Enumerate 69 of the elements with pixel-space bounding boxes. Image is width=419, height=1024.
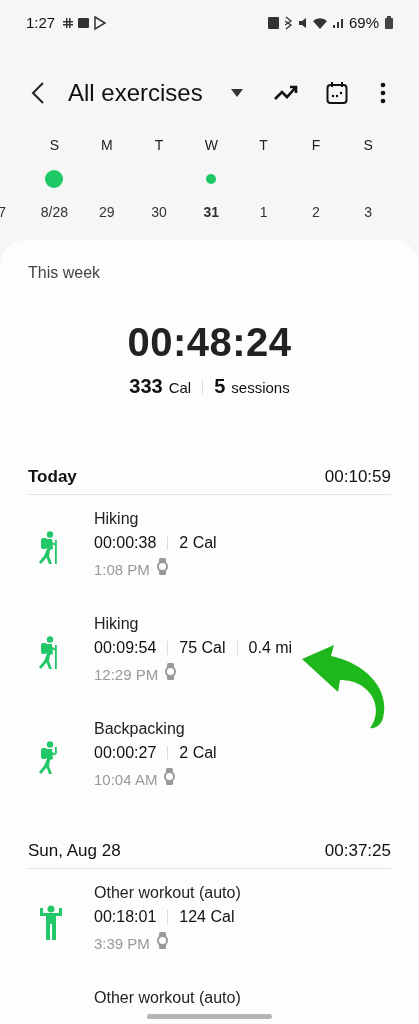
watch-icon	[155, 557, 169, 575]
session-stat: 00:18:01	[94, 907, 157, 926]
session-item[interactable]: Other workout (auto)	[28, 974, 391, 1024]
session-item[interactable]: Backpacking 00:00:27 2 Cal 10:04 AM	[28, 705, 391, 810]
calendar-date[interactable]: 29	[98, 204, 115, 220]
session-stat: 2 Cal	[179, 533, 217, 552]
calendar-date[interactable]: 2	[312, 204, 320, 220]
weekday-label: S	[363, 136, 373, 154]
weekday-label: S	[49, 136, 60, 154]
calendar-date[interactable]: 30	[151, 204, 167, 220]
group-date: Today	[28, 467, 77, 487]
session-start-time: 10:04 AM	[94, 770, 158, 788]
session-item[interactable]: Hiking 00:00:38 2 Cal 1:08 PM	[28, 495, 391, 600]
weekday-label: M	[100, 136, 113, 154]
session-start-time: 12:29 PM	[94, 665, 159, 683]
trend-icon[interactable]	[273, 84, 299, 102]
wifi-icon	[312, 15, 327, 30]
battery-percentage: 69%	[348, 14, 379, 31]
group-total-duration: 00:37:25	[324, 841, 391, 861]
exercise-filter-dropdown[interactable]: All exercises	[68, 79, 203, 107]
session-stat: 00:00:27	[94, 743, 157, 762]
hiker-icon	[38, 635, 60, 670]
weekday-label: W	[204, 136, 218, 154]
back-icon[interactable]	[31, 81, 45, 105]
watch-icon	[155, 931, 169, 949]
calories-unit: Cal	[168, 379, 192, 396]
nfc-icon	[267, 15, 279, 30]
group-total-duration: 00:10:59	[324, 467, 391, 487]
bluetooth-icon	[284, 15, 293, 30]
session-stat: 75 Cal	[179, 638, 226, 657]
weekday-label: T	[259, 136, 268, 154]
clock: 1:27	[26, 14, 56, 31]
session-name: Backpacking	[94, 719, 186, 738]
watch-icon	[164, 662, 178, 680]
backpacker-icon	[38, 740, 60, 775]
sessions-unit: sessions	[231, 379, 290, 396]
total-duration: 00:48:24	[127, 320, 292, 365]
session-stat: 124 Cal	[179, 907, 235, 926]
calendar-date[interactable]: 1	[259, 204, 268, 220]
more-options-icon[interactable]	[380, 82, 386, 104]
calories-value: 333	[129, 375, 163, 398]
mute-icon	[298, 15, 307, 30]
calendar-date[interactable]: 31	[203, 204, 220, 220]
calendar-icon[interactable]	[326, 81, 348, 105]
session-start-time: 3:39 PM	[94, 934, 150, 952]
session-name: Hiking	[94, 614, 140, 633]
battery-icon	[385, 16, 393, 29]
session-name: Other workout (auto)	[94, 883, 241, 902]
session-stat: 2 Cal	[179, 743, 217, 762]
session-stat: 0.4 mi	[248, 638, 293, 657]
session-item[interactable]: Other workout (auto) 00:18:01 124 Cal 3:39 PM	[28, 869, 391, 974]
session-stat: 00:09:54	[94, 638, 157, 657]
sessions-value: 5	[214, 375, 226, 398]
hiker-icon	[38, 530, 60, 565]
watch-icon	[163, 767, 177, 785]
period-label: This week	[28, 264, 101, 281]
session-item[interactable]: Hiking 00:09:54 75 Cal 0.4 mi 12:29 PM	[28, 600, 391, 705]
weekday-label: T	[154, 136, 164, 154]
session-name: Other workout (auto)	[94, 988, 241, 1007]
notification-icons	[61, 15, 108, 30]
session-start-time: 1:08 PM	[94, 560, 150, 578]
dropdown-caret-icon[interactable]	[230, 89, 243, 97]
group-date: Sun, Aug 28	[28, 841, 121, 861]
calendar-date[interactable]: 8/28	[40, 204, 69, 220]
weekday-label: F	[311, 136, 321, 154]
calendar-date[interactable]: 3	[364, 204, 373, 220]
session-stat: 00:00:38	[94, 533, 157, 552]
strong-figure-icon	[38, 903, 64, 940]
session-name: Hiking	[94, 509, 140, 528]
